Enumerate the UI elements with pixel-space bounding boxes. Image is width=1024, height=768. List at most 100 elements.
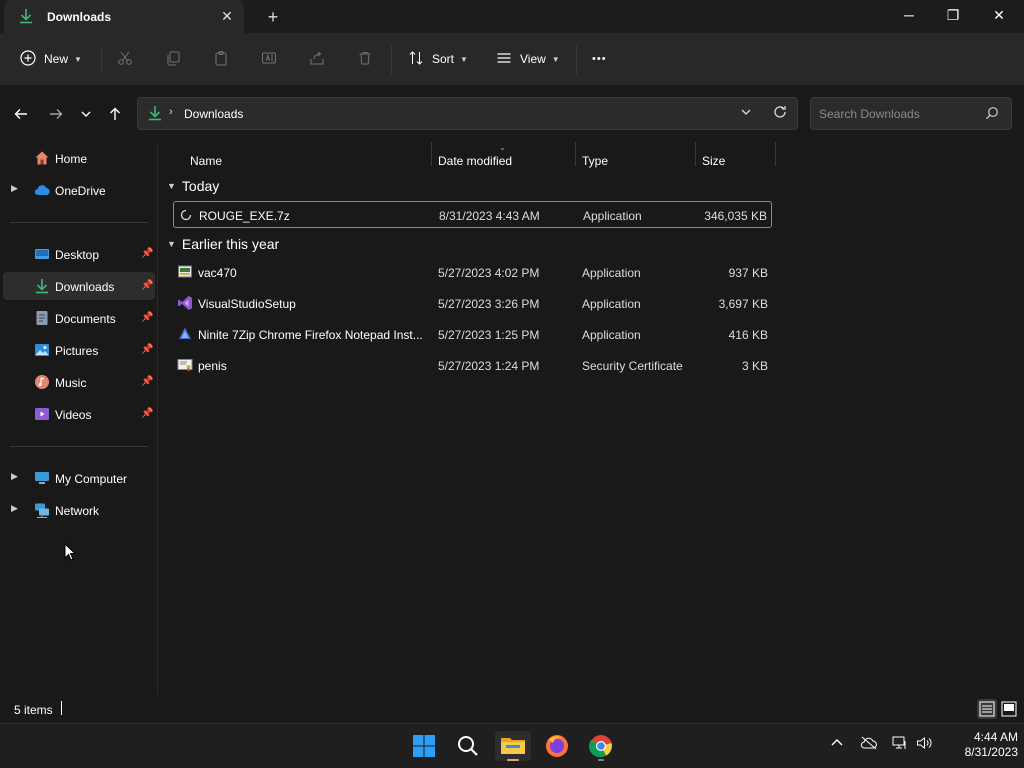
back-button[interactable] — [10, 104, 32, 124]
rename-button[interactable] — [261, 46, 277, 72]
column-header-date[interactable]: Date modified — [438, 154, 512, 168]
column-header-size[interactable]: Size — [702, 154, 725, 168]
file-type: Application — [583, 209, 642, 223]
file-row[interactable]: penis 5/27/2023 1:24 PM Security Certifi… — [173, 352, 772, 379]
file-row[interactable]: ROUGE_EXE.7z 8/31/2023 4:43 AM Applicati… — [173, 201, 772, 228]
pin-icon[interactable]: 📌 — [141, 408, 153, 419]
start-button[interactable] — [409, 731, 439, 761]
clipboard-icon — [213, 50, 229, 69]
close-tab-icon[interactable]: ✕ — [218, 7, 236, 25]
chrome-taskbar-button[interactable] — [586, 731, 616, 761]
group-header-today[interactable]: ▼ Today — [167, 178, 219, 194]
tab-downloads[interactable]: Downloads ✕ — [4, 0, 244, 33]
divider — [10, 446, 148, 447]
sidebar-item-label: Desktop — [55, 248, 100, 262]
search-icon[interactable] — [985, 106, 999, 123]
share-button[interactable] — [309, 46, 325, 72]
pin-icon[interactable]: 📌 — [141, 248, 153, 259]
sidebar-item-music[interactable]: Music 📌 — [3, 368, 155, 396]
file-row[interactable]: Ninite 7Zip Chrome Firefox Notepad Inst.… — [173, 321, 772, 348]
file-type: Application — [582, 328, 641, 342]
breadcrumb-downloads[interactable]: Downloads — [184, 107, 243, 121]
sidebar-item-documents[interactable]: Documents 📌 — [3, 304, 155, 332]
file-name: VisualStudioSetup — [198, 297, 296, 311]
chevron-right-icon[interactable]: ▶ — [11, 503, 18, 514]
firefox-taskbar-button[interactable] — [542, 731, 572, 761]
sidebar-item-home[interactable]: Home — [3, 144, 155, 172]
onedrive-tray-button[interactable] — [860, 736, 878, 753]
recent-locations-button[interactable] — [75, 104, 97, 124]
sidebar-item-pictures[interactable]: Pictures 📌 — [3, 336, 155, 364]
divider — [10, 222, 148, 223]
rename-icon — [261, 50, 277, 69]
close-window-button[interactable]: ✕ — [976, 0, 1022, 30]
cloud-offline-icon — [860, 736, 877, 750]
refresh-icon[interactable] — [772, 104, 788, 124]
system-clock[interactable]: 4:44 AM 8/31/2023 — [938, 730, 1018, 760]
sort-button[interactable]: Sort ▼ — [408, 46, 468, 72]
up-button[interactable] — [104, 104, 126, 124]
volume-tray-button[interactable] — [916, 736, 932, 753]
breadcrumb-separator: › — [169, 106, 173, 118]
pin-icon[interactable]: 📌 — [141, 312, 153, 323]
download-icon — [18, 8, 34, 27]
search-input[interactable] — [819, 105, 979, 123]
column-divider[interactable] — [431, 142, 432, 166]
file-row[interactable]: vac470 5/27/2023 4:02 PM Application 937… — [173, 259, 772, 286]
sidebar-item-network[interactable]: ▶ Network — [3, 496, 155, 524]
pin-icon[interactable]: 📌 — [141, 376, 153, 387]
cloud-icon — [34, 182, 50, 198]
copy-button[interactable] — [165, 46, 181, 72]
sidebar-item-downloads[interactable]: Downloads 📌 — [3, 272, 155, 300]
column-divider[interactable] — [695, 142, 696, 166]
sidebar-item-label: OneDrive — [55, 184, 106, 198]
visual-studio-icon — [177, 295, 193, 311]
file-date: 8/31/2023 4:43 AM — [439, 209, 540, 223]
maximize-button[interactable]: ❐ — [930, 0, 976, 30]
show-hidden-icons-button[interactable] — [830, 736, 844, 753]
group-header-earlier-this-year[interactable]: ▼ Earlier this year — [167, 236, 279, 252]
column-header-type[interactable]: Type — [582, 154, 608, 168]
view-button[interactable]: View ▼ — [496, 46, 560, 72]
sidebar-item-my-computer[interactable]: ▶ My Computer — [3, 464, 155, 492]
pin-icon[interactable]: 📌 — [141, 280, 153, 291]
sidebar-item-label: Network — [55, 504, 100, 518]
file-size: 937 KB — [728, 266, 768, 280]
network-tray-button[interactable] — [892, 736, 908, 753]
desktop-icon — [34, 246, 50, 262]
delete-button[interactable] — [357, 46, 373, 72]
details-view-button[interactable] — [977, 699, 997, 719]
forward-button[interactable] — [45, 104, 67, 124]
thumbnail-view-button[interactable] — [999, 699, 1019, 719]
sidebar-item-label: Home — [55, 152, 88, 166]
column-divider[interactable] — [575, 142, 576, 166]
chevron-down-icon: ▼ — [167, 181, 176, 191]
address-bar[interactable]: › Downloads — [137, 97, 798, 130]
search-button[interactable] — [453, 731, 483, 761]
file-explorer-taskbar-button[interactable] — [495, 731, 531, 761]
chevron-down-icon: ▼ — [551, 54, 560, 64]
computer-icon — [34, 470, 50, 486]
details-view-icon — [979, 701, 995, 717]
folder-icon — [501, 738, 525, 761]
chevron-right-icon[interactable]: ▶ — [11, 471, 18, 482]
column-header-name[interactable]: Name — [190, 154, 222, 168]
file-row[interactable]: VisualStudioSetup 5/27/2023 3:26 PM Appl… — [173, 290, 772, 317]
sidebar-item-videos[interactable]: Videos 📌 — [3, 400, 155, 428]
sidebar-item-onedrive[interactable]: ▶ OneDrive — [3, 176, 155, 204]
chevron-down-icon[interactable] — [740, 106, 752, 121]
column-divider[interactable] — [775, 142, 776, 166]
sidebar-item-desktop[interactable]: Desktop 📌 — [3, 240, 155, 268]
pin-icon[interactable]: 📌 — [141, 344, 153, 355]
paste-button[interactable] — [213, 46, 229, 72]
chevron-down-icon: ▼ — [167, 239, 176, 249]
minimize-button[interactable]: ─ — [886, 0, 932, 30]
more-options-button[interactable]: ••• — [592, 46, 607, 72]
cut-button[interactable] — [117, 46, 133, 72]
file-type: Application — [582, 297, 641, 311]
file-size: 3 KB — [741, 359, 768, 373]
chevron-right-icon[interactable]: ▶ — [11, 183, 18, 194]
new-tab-button[interactable]: + — [262, 6, 284, 28]
file-list: Name ⌄ Date modified Type Size ▼ Today R… — [159, 142, 1024, 695]
new-button[interactable]: New ▼ — [20, 46, 82, 72]
